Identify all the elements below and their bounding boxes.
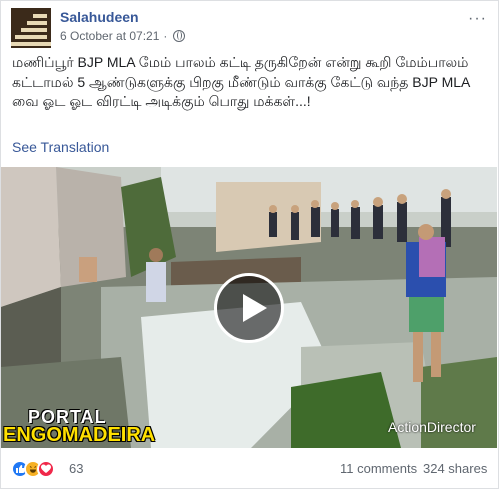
play-button[interactable]: [214, 273, 284, 343]
author-name[interactable]: Salahudeen: [60, 9, 139, 25]
post-meta: 6 October at 07:21 ·: [60, 29, 186, 43]
stair-step: [21, 28, 47, 32]
post-text: மணிப்பூர் BJP MLA மேம் பாலம் கட்டி தருகி…: [12, 54, 470, 109]
more-options-button[interactable]: ···: [468, 10, 487, 28]
post-timestamp[interactable]: 6 October at 07:21: [60, 29, 159, 43]
see-translation-link[interactable]: See Translation: [12, 139, 109, 155]
avatar[interactable]: [11, 8, 51, 48]
stair-step: [27, 21, 47, 25]
meta-separator: ·: [163, 29, 168, 43]
video-watermark-actiondirector: ActionDirector: [388, 419, 476, 435]
globe-icon: [173, 30, 186, 42]
reaction-count[interactable]: 63: [69, 461, 83, 476]
stair-step: [33, 14, 47, 18]
stair-step: [15, 35, 47, 39]
comments-count[interactable]: 11 comments: [340, 461, 417, 476]
video-watermark-engomadeira: ENGOMADEIRA: [3, 424, 156, 446]
shares-count[interactable]: 324 shares: [423, 461, 487, 476]
stair-step: [11, 42, 51, 46]
reaction-icons[interactable]: [11, 460, 55, 478]
love-icon: [37, 460, 55, 478]
